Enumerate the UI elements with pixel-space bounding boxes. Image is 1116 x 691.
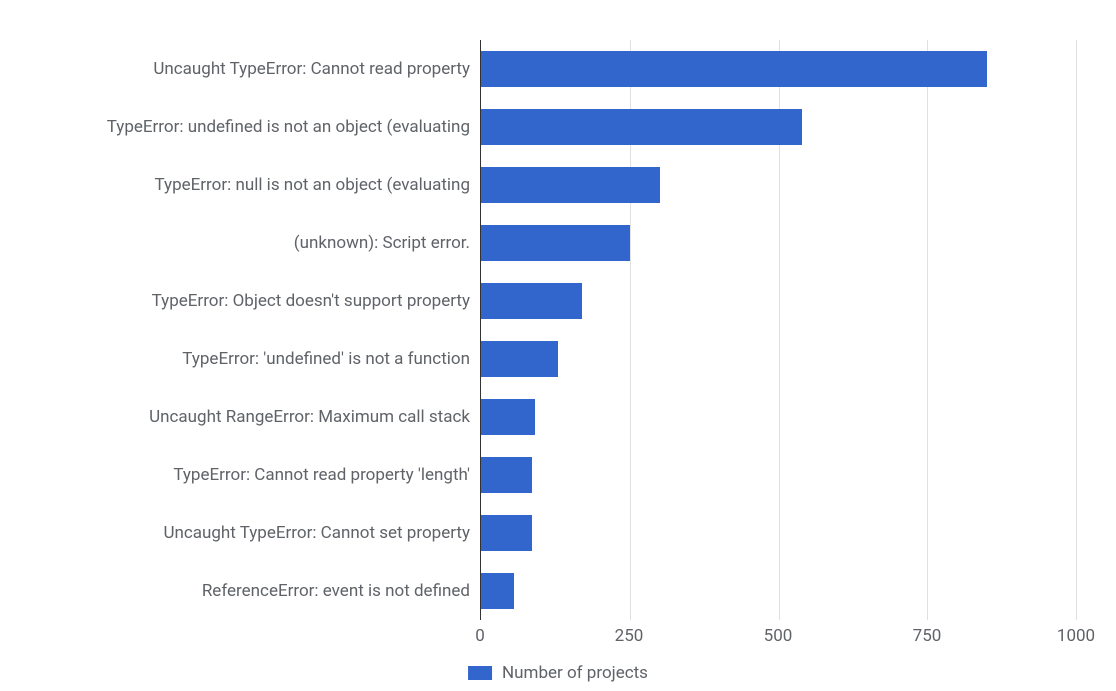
chart-container: Uncaught TypeError: Cannot read property… [0,0,1116,691]
x-axis-tick-label: 1000 [1057,626,1095,646]
bar-slot [481,167,1076,203]
plot-area [480,40,1076,620]
y-axis-label: (unknown): Script error. [294,233,470,253]
y-axis-label: Uncaught TypeError: Cannot read property [153,59,470,79]
bar [481,515,532,551]
y-axis-labels: Uncaught TypeError: Cannot read property… [20,40,480,620]
x-axis-tick-label: 250 [615,626,644,646]
bar-slot [481,51,1076,87]
legend-label: Number of projects [502,663,648,683]
bar [481,399,535,435]
x-axis-tick-label: 750 [913,626,942,646]
x-axis-tick-label: 0 [475,626,485,646]
bar-slot [481,341,1076,377]
y-axis-label: TypeError: undefined is not an object (e… [107,117,470,137]
bar-slot [481,515,1076,551]
x-axis-row: 02505007501000 [20,626,1076,652]
gridline [1076,40,1077,620]
bar-slot [481,573,1076,609]
bars-container [481,40,1076,620]
y-axis-label: TypeError: Object doesn't support proper… [152,291,470,311]
y-axis-label: Uncaught TypeError: Cannot set property [163,523,470,543]
bar-slot [481,109,1076,145]
y-axis-label: TypeError: Cannot read property 'length' [173,465,470,485]
bar [481,225,630,261]
bar [481,457,532,493]
y-axis-label: TypeError: null is not an object (evalua… [154,175,470,195]
bar [481,341,558,377]
bar-slot [481,283,1076,319]
bar [481,167,660,203]
plot-row: Uncaught TypeError: Cannot read property… [20,40,1076,620]
y-axis-label: TypeError: 'undefined' is not a function [182,349,470,369]
bar-slot [481,225,1076,261]
bar [481,109,802,145]
bar [481,573,514,609]
legend-swatch-icon [468,666,492,680]
bar-slot [481,399,1076,435]
y-axis-label: ReferenceError: event is not defined [202,581,470,601]
x-axis-tick-label: 500 [764,626,793,646]
bar [481,283,582,319]
bar [481,51,987,87]
x-axis-spacer [20,626,480,652]
y-axis-label: Uncaught RangeError: Maximum call stack [149,407,470,427]
legend: Number of projects [468,663,648,683]
x-axis-ticks: 02505007501000 [480,626,1076,652]
bar-slot [481,457,1076,493]
